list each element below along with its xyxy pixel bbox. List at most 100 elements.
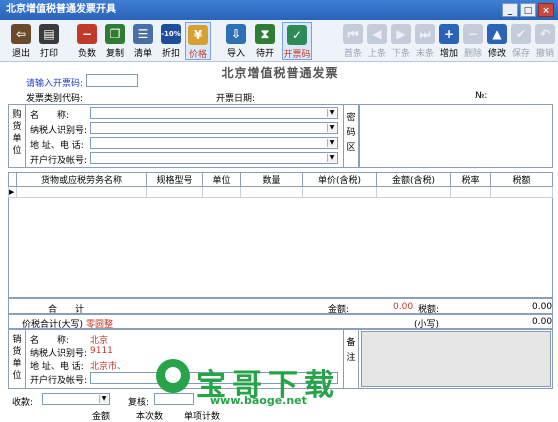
remark-textarea[interactable]: [361, 331, 551, 387]
goods-table-body-area: [8, 198, 553, 298]
footer-col-amount: 金额: [92, 412, 111, 422]
remark-label: 备注: [343, 329, 359, 389]
add-button[interactable]: + 增加: [436, 22, 462, 60]
copy-button[interactable]: ❐ 复制: [102, 22, 128, 60]
next-record-button[interactable]: ▶ 下条: [388, 22, 414, 60]
buyer-name-select[interactable]: ▼: [90, 107, 338, 119]
payee-select[interactable]: ▼: [42, 393, 110, 405]
invoice-code-button[interactable]: ✓ 开票码: [282, 22, 312, 60]
last-icon: ⏭: [415, 24, 435, 44]
seller-bank-label: 开户行及帐号:: [30, 376, 88, 386]
column-header: 规格型号: [146, 172, 203, 187]
row-marker: ▶: [8, 186, 17, 198]
print-button[interactable]: ▤ 打印: [36, 22, 62, 60]
footer-col-item-count: 单项计数: [184, 412, 221, 422]
import-icon: ⇩: [226, 24, 246, 44]
column-header: 数量: [240, 172, 303, 187]
minimize-button[interactable]: _: [502, 3, 518, 17]
save-button[interactable]: ✔ 保存: [508, 22, 534, 60]
invoice-code-prompt: 请输入开票码:: [26, 79, 84, 89]
delete-button[interactable]: − 删除: [460, 22, 486, 60]
next-icon: ▶: [391, 24, 411, 44]
table-cell[interactable]: [490, 186, 553, 198]
minus-icon: −: [463, 24, 483, 44]
edit-button[interactable]: ▲ 修改: [484, 22, 510, 60]
table-row[interactable]: ▶: [8, 186, 553, 198]
maximize-button[interactable]: □: [520, 3, 536, 17]
plus-icon: +: [439, 24, 459, 44]
seller-address-value: 北京市、: [90, 362, 127, 372]
seller-taxid-value: 9111: [90, 346, 113, 356]
column-header: 税率: [450, 172, 491, 187]
last-record-button[interactable]: ⏭ 末条: [412, 22, 438, 60]
amount-value: 0.00: [393, 302, 414, 312]
number-label: №:: [475, 91, 488, 101]
buyer-address-label: 地 址、电 话:: [30, 141, 84, 151]
table-cell[interactable]: [302, 186, 377, 198]
list-button[interactable]: ☰ 清单: [130, 22, 156, 60]
goods-table-header: 货物或应税劳务名称 规格型号 单位 数量 单价(含税) 金额(含税) 税率 税额: [8, 172, 553, 187]
prev-icon: ◀: [367, 24, 387, 44]
pending-button[interactable]: ⧗ 待开: [252, 22, 278, 60]
payee-label: 收款:: [12, 398, 34, 408]
undo-button[interactable]: ↶ 撤销: [532, 22, 558, 60]
buyer-address-select[interactable]: ▼: [90, 137, 338, 149]
seller-address-label: 地 址、电 话:: [30, 362, 84, 372]
reviewer-label: 复核:: [128, 398, 150, 408]
type-code-label: 发票类别代码:: [26, 94, 84, 104]
seller-name-value: 北京: [90, 336, 109, 346]
first-record-button[interactable]: ⏮ 首条: [340, 22, 366, 60]
chevron-down-icon[interactable]: ▼: [327, 124, 336, 132]
chevron-down-icon[interactable]: ▼: [327, 154, 336, 162]
negative-button[interactable]: − 负数: [74, 22, 100, 60]
buyer-bank-select[interactable]: ▼: [90, 152, 338, 164]
chevron-down-icon[interactable]: ▼: [99, 395, 108, 403]
column-header: 税额: [490, 172, 553, 187]
buyer-side-label: 购货单位: [8, 104, 26, 168]
buyer-taxid-label: 纳税人识别号:: [30, 126, 88, 136]
table-cell[interactable]: [376, 186, 451, 198]
buyer-name-label: 名 称:: [30, 111, 70, 121]
table-cell[interactable]: [240, 186, 303, 198]
window-title: 北京增值税普通发票开具: [6, 4, 116, 15]
price-button[interactable]: ¥ 价格: [185, 22, 211, 60]
check-icon: ✔: [511, 24, 531, 44]
close-button[interactable]: ×: [538, 3, 554, 17]
reviewer-select[interactable]: [154, 393, 194, 405]
table-cell[interactable]: [146, 186, 203, 198]
goods-table: 货物或应税劳务名称 规格型号 单位 数量 单价(含税) 金额(含税) 税率 税额…: [8, 172, 553, 198]
column-header: 货物或应税劳务名称: [16, 172, 147, 187]
exit-button[interactable]: ⇦ 退出: [8, 22, 34, 60]
column-header: 金额(含税): [376, 172, 451, 187]
price-icon: ¥: [188, 25, 208, 45]
discount-button[interactable]: -10% 折扣: [158, 22, 184, 60]
seller-name-label: 名 称:: [30, 336, 70, 346]
small-value: 0.00: [532, 317, 553, 327]
window-controls: _ □ ×: [502, 3, 554, 17]
tax-value: 0.00: [532, 302, 553, 312]
seller-taxid-label: 纳税人识别号:: [30, 349, 88, 359]
import-button[interactable]: ⇩ 导入: [223, 22, 249, 60]
prev-record-button[interactable]: ◀ 上条: [364, 22, 390, 60]
undo-icon: ↶: [535, 24, 555, 44]
column-header: 单价(含税): [302, 172, 377, 187]
watermark-url: www.baoge.net: [210, 394, 307, 407]
chevron-down-icon[interactable]: ▼: [327, 139, 336, 147]
chevron-down-icon[interactable]: ▼: [327, 109, 336, 117]
buyer-taxid-select[interactable]: ▼: [90, 122, 338, 134]
table-cell[interactable]: [16, 186, 147, 198]
table-cell[interactable]: [450, 186, 491, 198]
edit-icon: ▲: [487, 24, 507, 44]
cipher-area-label: 密码区: [343, 104, 359, 168]
list-icon: ☰: [133, 24, 153, 44]
sum-row: [8, 298, 553, 314]
invoice-title: 北京增值税普通发票: [221, 66, 339, 80]
window-title-bar: 北京增值税普通发票开具 _ □ ×: [0, 0, 558, 20]
buyer-bank-label: 开户行及帐号:: [30, 156, 88, 166]
invoice-code-input[interactable]: [86, 74, 138, 87]
row-header-cell: [8, 172, 17, 187]
table-cell[interactable]: [202, 186, 241, 198]
negative-icon: −: [77, 24, 97, 44]
discount-icon: -10%: [161, 24, 181, 44]
cipher-area: [359, 104, 553, 168]
